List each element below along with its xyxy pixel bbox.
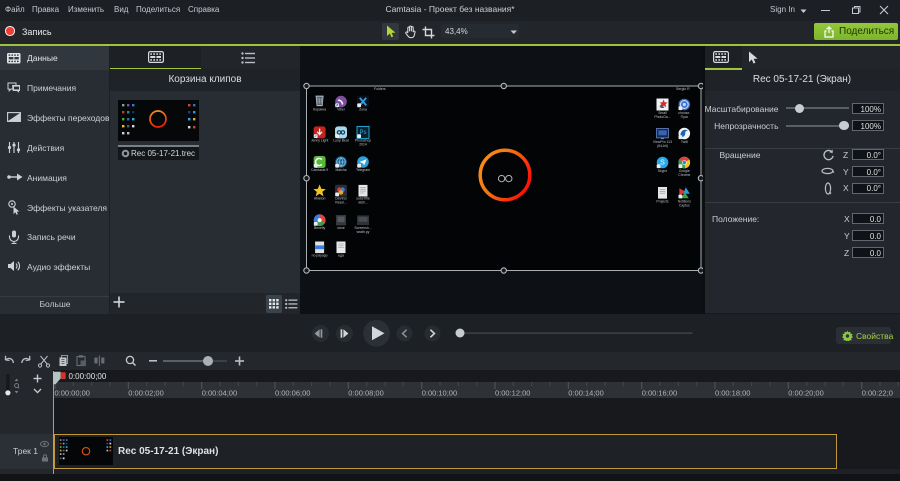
svg-text:Telegram: Telegram: [356, 168, 370, 172]
svg-text:Loop Beat: Loop Beat: [333, 138, 349, 142]
svg-text:2014: 2014: [359, 142, 367, 146]
svg-text:Viber: Viber: [337, 108, 346, 112]
svg-text:Matcha: Matcha: [335, 168, 346, 172]
svg-text:Jenny Light: Jenny Light: [311, 138, 328, 142]
svg-text:0:00:04;00: 0:00:04;00: [202, 389, 237, 398]
svg-text:0:00:08;00: 0:00:08;00: [348, 389, 383, 398]
svg-text:Projects: Projects: [656, 199, 669, 203]
svg-text:Twi8: Twi8: [681, 140, 688, 144]
svg-text:Sergio R: Sergio R: [676, 87, 690, 91]
svg-text:Folders: Folders: [374, 87, 386, 91]
svg-text:(64-bit): (64-bit): [657, 144, 668, 148]
svg-text:0:00:10;00: 0:00:10;00: [422, 389, 457, 398]
svg-text:0:00:12;00: 0:00:12;00: [495, 389, 530, 398]
svg-text:0:00:16;00: 0:00:16;00: [642, 389, 677, 398]
svg-text:store: store: [337, 226, 345, 230]
svg-text:Пуск: Пуск: [681, 115, 689, 119]
svg-text:0:00:14;00: 0:00:14;00: [568, 389, 603, 398]
svg-text:wish...: wish...: [358, 201, 368, 205]
svg-text:Zona: Zona: [359, 108, 367, 112]
svg-text:0:00:18;00: 0:00:18;00: [715, 389, 750, 398]
svg-text:0:00:00;00: 0:00:00;00: [55, 389, 90, 398]
svg-text:Benefly: Benefly: [314, 226, 326, 230]
svg-text:0:00:02;00: 0:00:02;00: [128, 389, 163, 398]
svg-text:wrath.py: wrath.py: [357, 230, 370, 234]
svg-text:Chrome: Chrome: [678, 173, 690, 177]
svg-text:еда: еда: [338, 253, 344, 257]
svg-text:S: S: [660, 160, 665, 167]
svg-text:no payapp: no payapp: [312, 253, 328, 257]
svg-text:Ableton: Ableton: [314, 197, 326, 201]
svg-text:0:00:06;00: 0:00:06;00: [275, 389, 310, 398]
svg-text:PhotoGa...: PhotoGa...: [654, 115, 670, 119]
svg-text:Корзина: Корзина: [313, 108, 326, 112]
svg-text:Camtasia 9: Camtasia 9: [311, 168, 328, 172]
svg-text:Skype: Skype: [658, 169, 668, 173]
svg-text:Resol...: Resol...: [335, 201, 347, 205]
svg-text:0:00:22;0: 0:00:22;0: [862, 389, 893, 398]
svg-text:Captus: Captus: [679, 203, 690, 207]
svg-text:0:00:20;00: 0:00:20;00: [788, 389, 823, 398]
